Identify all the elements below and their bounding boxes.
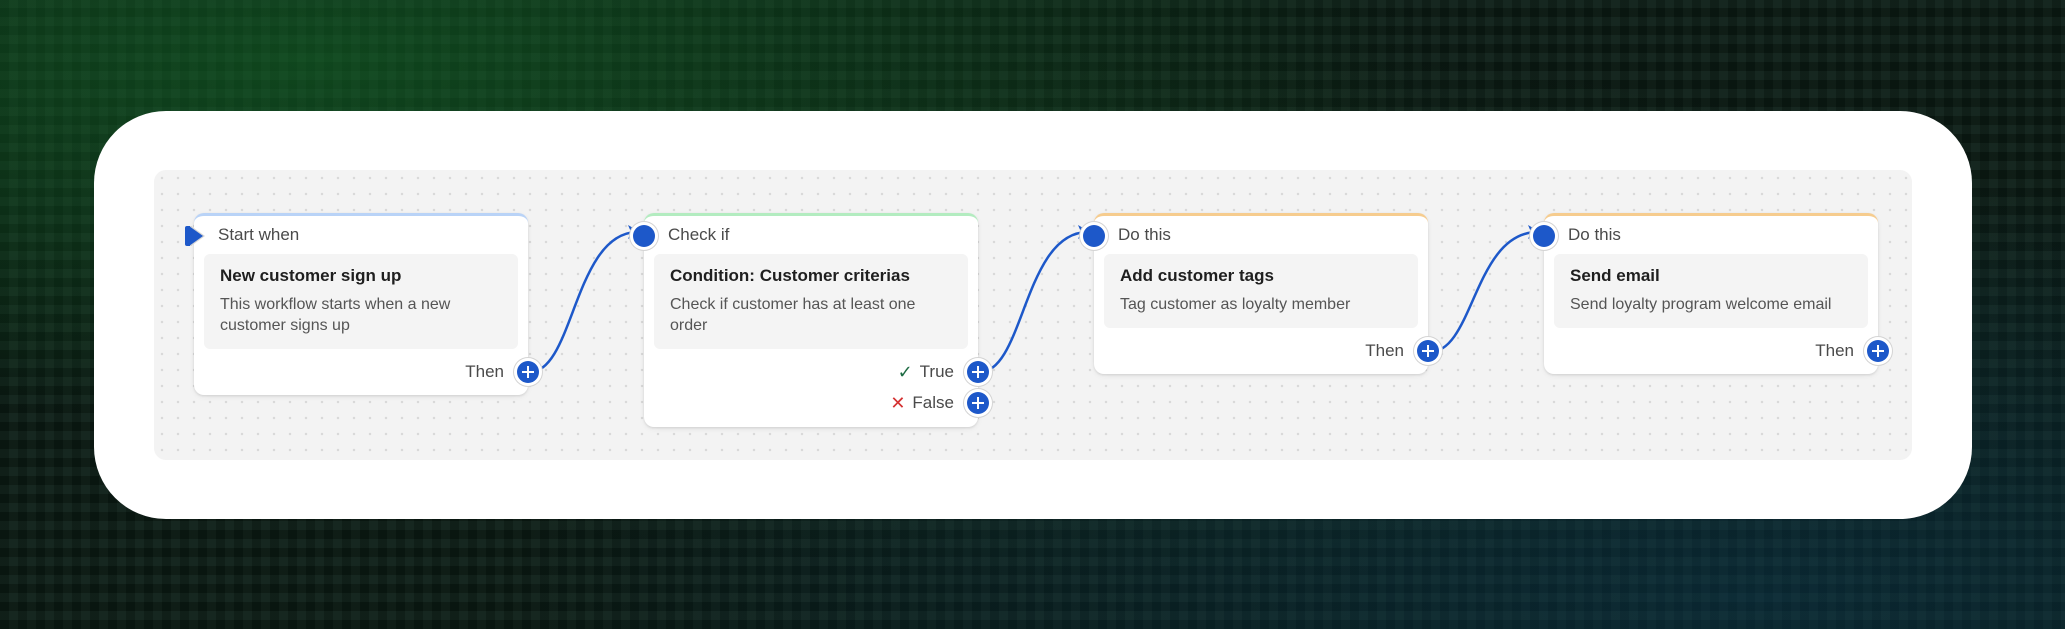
node-description: Send loyalty program welcome email — [1570, 296, 1832, 313]
connector-condition-true-to-tags — [978, 230, 1090, 374]
input-connector-dot[interactable] — [1083, 225, 1105, 247]
node-action-send-email[interactable]: Do this Send email Send loyalty program … — [1533, 213, 1889, 374]
output-true: ✓ True — [898, 361, 954, 383]
add-step-plus-icon[interactable] — [1867, 340, 1889, 362]
output-label: Then — [1365, 341, 1404, 360]
node-header: Do this — [1118, 225, 1171, 244]
node-body[interactable]: New customer sign up This workflow start… — [204, 254, 518, 349]
node-footer: Then — [1094, 328, 1439, 374]
add-step-plus-icon[interactable] — [1417, 340, 1439, 362]
node-description: Check if customer has at least one order — [670, 296, 916, 334]
add-true-branch-plus-icon[interactable] — [967, 361, 989, 383]
node-header: Start when — [218, 225, 300, 244]
node-condition[interactable]: Check if Condition: Customer criterias C… — [633, 213, 989, 427]
output-label: False — [912, 393, 954, 412]
node-body[interactable]: Condition: Customer criterias Check if c… — [654, 254, 968, 349]
node-action-add-tags[interactable]: Do this Add customer tags Tag customer a… — [1083, 213, 1439, 374]
node-start-trigger[interactable]: Start when New customer sign up This wor… — [185, 213, 539, 395]
node-description: This workflow starts when a new customer… — [220, 296, 451, 334]
output-label: Then — [1815, 341, 1854, 360]
add-false-branch-plus-icon[interactable] — [967, 392, 989, 414]
add-step-plus-icon[interactable] — [517, 361, 539, 383]
node-footer: Then — [194, 349, 539, 395]
node-description: Tag customer as loyalty member — [1120, 296, 1351, 313]
input-connector-dot[interactable] — [1533, 225, 1555, 247]
output-false: ✕ False — [890, 392, 954, 414]
connector-tags-to-email — [1428, 230, 1540, 354]
input-connector-dot[interactable] — [633, 225, 655, 247]
output-label: True — [919, 362, 954, 381]
output-then: Then — [1815, 340, 1854, 362]
node-body[interactable]: Send email Send loyalty program welcome … — [1554, 254, 1868, 328]
output-label: Then — [465, 362, 504, 381]
node-header: Do this — [1568, 225, 1621, 244]
output-then: Then — [465, 361, 504, 383]
workflow-card: Start when New customer sign up This wor… — [94, 111, 1972, 519]
node-title: Condition: Customer criterias — [670, 266, 910, 285]
check-icon: ✓ — [897, 362, 913, 382]
connector-start-to-condition — [528, 230, 640, 374]
node-title: Add customer tags — [1120, 266, 1274, 285]
node-body[interactable]: Add customer tags Tag customer as loyalt… — [1104, 254, 1418, 328]
output-then: Then — [1365, 340, 1404, 362]
workflow-canvas[interactable]: Start when New customer sign up This wor… — [154, 170, 1912, 460]
node-footer: Then — [1544, 328, 1889, 374]
x-icon: ✕ — [890, 393, 906, 413]
node-header: Check if — [668, 225, 730, 244]
start-marker-icon — [185, 226, 203, 246]
node-footer: ✓ True ✕ False — [644, 349, 989, 427]
node-title: Send email — [1570, 266, 1660, 285]
node-title: New customer sign up — [220, 266, 402, 285]
